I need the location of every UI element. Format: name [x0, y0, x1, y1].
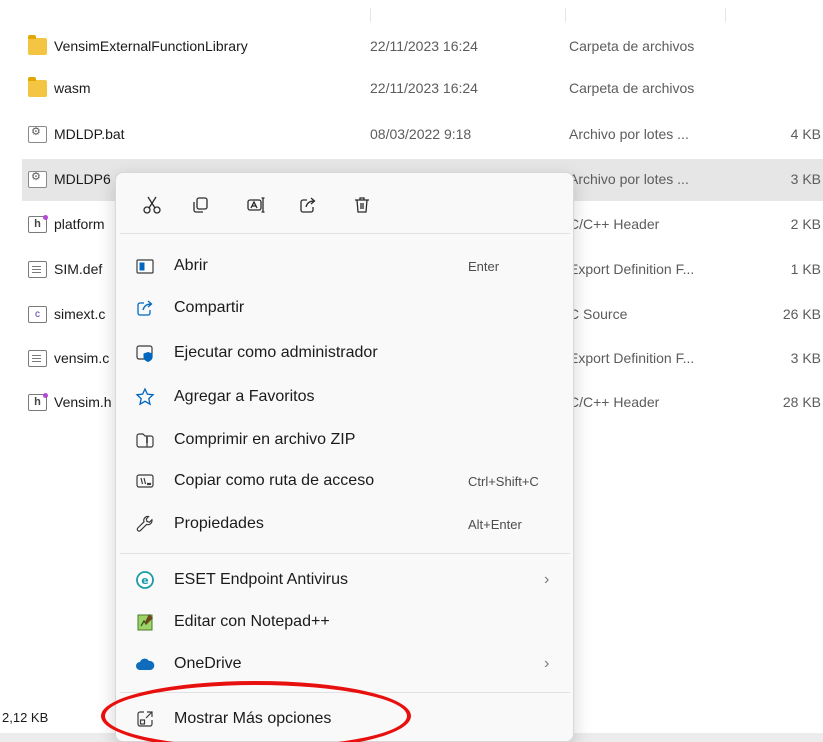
context-menu: Abrir Enter Compartir Ejecutar como admi… [115, 172, 574, 742]
file-size: 26 KB [782, 306, 821, 322]
document-icon [28, 350, 47, 367]
chevron-right-icon: › [544, 571, 550, 588]
file-row[interactable]: wasm 22/11/2023 16:24 Carpeta de archivo… [22, 68, 823, 110]
menu-separator [120, 692, 570, 693]
menu-item-run-as-admin[interactable]: Ejecutar como administrador [120, 332, 570, 374]
menu-item-share[interactable]: Compartir [120, 287, 570, 329]
document-icon [28, 261, 47, 278]
file-size: 1 KB [790, 261, 821, 277]
batch-file-icon [28, 125, 47, 143]
file-size: 4 KB [790, 126, 821, 142]
batch-file-icon [28, 170, 47, 188]
menu-separator [120, 553, 570, 554]
file-type: Carpeta de archivos [569, 38, 695, 54]
menu-item-label: Ejecutar como administrador [174, 344, 378, 361]
cloud-icon [135, 654, 155, 674]
file-type: Carpeta de archivos [569, 80, 695, 96]
menu-item-label: Compartir [174, 299, 245, 316]
file-name: simext.c [54, 306, 106, 322]
file-name: Vensim.h [54, 394, 112, 410]
header-file-icon: h [28, 393, 48, 411]
file-size: 2 KB [790, 216, 821, 232]
menu-separator [120, 233, 570, 234]
file-type: C/C++ Header [569, 394, 660, 410]
file-name: MDLDP6 [54, 171, 111, 187]
menu-item-label: Abrir [174, 257, 208, 274]
rename-icon [247, 197, 265, 213]
column-separator[interactable] [725, 8, 726, 22]
share-icon [135, 298, 155, 318]
svg-text:e: e [141, 574, 148, 587]
menu-item-add-favorites[interactable]: Agregar a Favoritos [120, 376, 570, 418]
column-separator[interactable] [370, 8, 371, 22]
file-name: SIM.def [54, 261, 103, 277]
notepad-plus-icon [135, 612, 155, 632]
menu-item-copy-path[interactable]: Copiar como ruta de acceso Ctrl+Shift+C [120, 460, 570, 502]
eset-icon: e [135, 570, 155, 590]
rename-button[interactable] [244, 193, 268, 217]
trash-icon [355, 197, 369, 213]
folder-icon [28, 35, 47, 55]
wrench-icon [135, 514, 155, 534]
menu-item-label: Copiar como ruta de acceso [174, 472, 375, 489]
admin-shield-icon [135, 343, 155, 363]
file-name: MDLDP.bat [54, 126, 125, 142]
file-row[interactable]: MDLDP.bat 08/03/2022 9:18 Archivo por lo… [22, 114, 823, 156]
file-type: Export Definition F... [569, 350, 695, 366]
context-menu-toolbar [116, 173, 573, 233]
menu-item-edit-notepadpp[interactable]: Editar con Notepad++ [120, 601, 570, 643]
file-date: 22/11/2023 16:24 [370, 38, 478, 54]
file-type: Archivo por lotes ... [569, 171, 689, 187]
file-name: platform [54, 216, 105, 232]
c-source-icon: c [28, 306, 47, 323]
menu-item-shortcut: Alt+Enter [468, 517, 522, 532]
share-button[interactable] [296, 193, 320, 217]
menu-item-label: Agregar a Favoritos [174, 388, 315, 405]
share-icon [300, 197, 316, 213]
menu-item-onedrive[interactable]: OneDrive › [120, 643, 570, 685]
file-type: C Source [569, 306, 628, 322]
column-separator[interactable] [565, 8, 566, 22]
menu-item-properties[interactable]: Propiedades Alt+Enter [120, 503, 570, 545]
cut-button[interactable] [140, 193, 164, 217]
menu-item-shortcut: Ctrl+Shift+C [468, 474, 539, 489]
file-name: vensim.c [54, 350, 110, 366]
zip-folder-icon [135, 430, 155, 450]
file-type: Archivo por lotes ... [569, 126, 689, 142]
menu-item-label: OneDrive [174, 655, 242, 672]
file-size: 28 KB [782, 394, 821, 410]
menu-item-shortcut: Enter [468, 259, 500, 274]
file-row[interactable]: VensimExternalFunctionLibrary 22/11/2023… [22, 26, 823, 68]
menu-item-label: Mostrar Más opciones [174, 710, 332, 727]
file-date: 22/11/2023 16:24 [370, 80, 478, 96]
file-type: C/C++ Header [569, 216, 660, 232]
file-type: Export Definition F... [569, 261, 695, 277]
open-window-icon [135, 256, 155, 276]
menu-item-label: Comprimir en archivo ZIP [174, 431, 356, 448]
scissors-icon [143, 196, 161, 214]
menu-item-eset-antivirus[interactable]: e ESET Endpoint Antivirus › [120, 559, 570, 601]
star-icon [135, 387, 155, 407]
header-file-icon: h [28, 215, 48, 233]
file-size: 3 KB [790, 350, 821, 366]
copy-icon [193, 197, 208, 213]
file-name: VensimExternalFunctionLibrary [54, 38, 248, 54]
delete-button[interactable] [350, 193, 374, 217]
file-size: 3 KB [790, 171, 821, 187]
menu-item-show-more-options[interactable]: Mostrar Más opciones [120, 698, 570, 740]
menu-item-label: Editar con Notepad++ [174, 613, 330, 630]
file-date: 08/03/2022 9:18 [370, 126, 472, 142]
menu-item-compress-zip[interactable]: Comprimir en archivo ZIP [120, 419, 570, 461]
chevron-right-icon: › [544, 655, 550, 672]
menu-item-open[interactable]: Abrir Enter [120, 245, 570, 287]
copy-button[interactable] [188, 193, 212, 217]
folder-icon [28, 77, 47, 97]
status-bar-size: 2,12 KB [2, 710, 49, 725]
file-name: wasm [54, 80, 91, 96]
path-icon [135, 471, 155, 491]
menu-item-label: ESET Endpoint Antivirus [174, 571, 349, 588]
menu-item-label: Propiedades [174, 515, 264, 532]
more-options-icon [135, 709, 155, 729]
